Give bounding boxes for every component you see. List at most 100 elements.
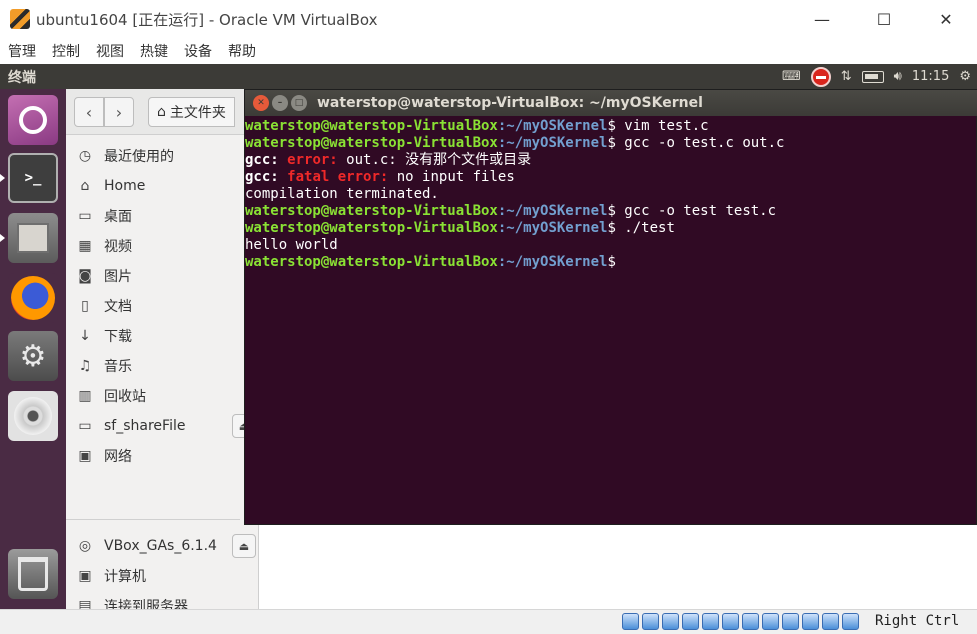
- running-indicator: [0, 174, 5, 182]
- download-icon: ↓: [79, 328, 91, 344]
- menu-manage[interactable]: 管理: [8, 41, 36, 61]
- menu-devices[interactable]: 设备: [184, 41, 212, 61]
- menu-hotkeys[interactable]: 热键: [140, 41, 168, 61]
- close-button[interactable]: ✕: [915, 0, 977, 38]
- panel-indicators: ⌨ ⇅ 🔊︎ 11:15 ⚙: [782, 64, 971, 89]
- sidebar-item-label: sf_shareFile: [104, 418, 186, 434]
- firefox-icon[interactable]: [8, 273, 58, 323]
- prompt-user-host: waterstop@waterstop-VirtualBox: [245, 220, 498, 236]
- terminal-minimize-button[interactable]: –: [272, 95, 288, 111]
- prompt-user-host: waterstop@waterstop-VirtualBox: [245, 118, 498, 134]
- volume-icon[interactable]: 🔊︎: [894, 69, 902, 84]
- sidebar-item-label: 文档: [104, 299, 132, 315]
- menu-view[interactable]: 视图: [96, 41, 124, 61]
- hard-disk-icon[interactable]: [622, 613, 639, 630]
- optical-drive-icon[interactable]: [642, 613, 659, 630]
- back-button[interactable]: ‹: [74, 97, 104, 127]
- network-icon: ▣: [78, 448, 92, 464]
- error-label: error:: [287, 152, 338, 168]
- error-prefix: gcc:: [245, 152, 279, 168]
- terminal-maximize-button[interactable]: □: [291, 95, 307, 111]
- sidebar-item[interactable]: ▣ 网络: [66, 441, 256, 471]
- command-text: $ gcc -o test.c out.c: [607, 135, 785, 151]
- sidebar-item[interactable]: ◙ 图片: [66, 261, 256, 291]
- shared-folder-icon[interactable]: [722, 613, 739, 630]
- maximize-button[interactable]: ☐: [853, 0, 915, 38]
- sidebar-item[interactable]: ↓ 下载: [66, 321, 256, 351]
- forward-button[interactable]: ›: [104, 97, 134, 127]
- record-icon[interactable]: [810, 66, 831, 87]
- eject-button[interactable]: ⏏: [232, 534, 256, 558]
- sidebar-item-label: 音乐: [104, 359, 132, 375]
- home-icon: ⌂: [80, 178, 90, 194]
- terminal-title: waterstop@waterstop-VirtualBox: ~/myOSKe…: [317, 95, 703, 111]
- ubuntu-top-panel: 终端 ⌨ ⇅ 🔊︎ 11:15 ⚙: [0, 64, 977, 89]
- computer-icon: ▣: [78, 568, 92, 584]
- gear-icon[interactable]: ⚙: [959, 69, 971, 84]
- output-text: hello world: [245, 237, 338, 253]
- video-icon: ▦: [78, 238, 92, 254]
- network-icon[interactable]: [682, 613, 699, 630]
- path-home-label: 主文件夹: [169, 105, 226, 121]
- disc-icon: ◎: [78, 538, 92, 554]
- files-icon[interactable]: [8, 213, 58, 263]
- sidebar-item[interactable]: ▦ 视频: [66, 231, 256, 261]
- ubuntu-dash-icon[interactable]: [8, 95, 58, 145]
- terminal-output[interactable]: waterstop@waterstop-VirtualBox:~/myOSKer…: [245, 118, 977, 526]
- cpu-icon[interactable]: [782, 613, 799, 630]
- keyboard-capture-icon[interactable]: [842, 613, 859, 630]
- terminal-icon[interactable]: >_: [8, 153, 58, 203]
- command-text: $ vim test.c: [607, 118, 709, 134]
- terminal-titlebar: ✕ – □ waterstop@waterstop-VirtualBox: ~/…: [245, 90, 977, 116]
- command-text: $: [607, 254, 616, 270]
- menu-control[interactable]: 控制: [52, 41, 80, 61]
- settings-icon[interactable]: ⚙: [8, 331, 58, 381]
- terminal-line: waterstop@waterstop-VirtualBox:~/myOSKer…: [245, 135, 977, 152]
- terminal-line: waterstop@waterstop-VirtualBox:~/myOSKer…: [245, 220, 977, 237]
- sidebar-item[interactable]: ◷ 最近使用的: [66, 141, 256, 171]
- terminal-close-button[interactable]: ✕: [253, 95, 269, 111]
- sidebar-item[interactable]: ⌂ Home: [66, 171, 256, 201]
- clock-time[interactable]: 11:15: [912, 69, 949, 84]
- usb-icon[interactable]: [702, 613, 719, 630]
- clock-icon: ◷: [78, 148, 92, 164]
- sidebar-item-label: Home: [104, 178, 146, 194]
- sidebar-item-label: VBox_GAs_6.1.4: [104, 538, 217, 554]
- sidebar-item[interactable]: ▭ 桌面: [66, 201, 256, 231]
- sidebar-item-label: 桌面: [104, 209, 132, 225]
- minimize-button[interactable]: —: [791, 0, 853, 38]
- sidebar-item[interactable]: ◎ VBox_GAs_6.1.4 ⏏: [66, 531, 256, 561]
- mouse-integration-icon[interactable]: [822, 613, 839, 630]
- terminal-line: hello world: [245, 237, 977, 254]
- prompt-user-host: waterstop@waterstop-VirtualBox: [245, 135, 498, 151]
- sidebar-item[interactable]: ▣ 计算机: [66, 561, 256, 591]
- recording-icon[interactable]: [762, 613, 779, 630]
- sidebar-item-label: 回收站: [104, 389, 146, 405]
- host-key-label: Right Ctrl: [875, 613, 960, 629]
- trash-icon[interactable]: [8, 549, 58, 599]
- active-app-title: 终端: [8, 69, 36, 86]
- sidebar-item-label: 最近使用的: [104, 149, 174, 165]
- error-label: fatal error:: [287, 169, 389, 185]
- terminal-window: ✕ – □ waterstop@waterstop-VirtualBox: ~/…: [244, 89, 977, 525]
- sidebar-item[interactable]: ▭sf_shareFile⏏: [66, 411, 256, 441]
- sidebar-item[interactable]: ▥ 回收站: [66, 381, 256, 411]
- audio-icon[interactable]: [662, 613, 679, 630]
- network-arrows-icon[interactable]: ⇅: [841, 69, 852, 84]
- display-icon[interactable]: [742, 613, 759, 630]
- music-icon: ♫: [78, 358, 92, 374]
- dvd-icon[interactable]: [8, 391, 58, 441]
- battery-icon[interactable]: [861, 70, 884, 83]
- sidebar-item-label: 下载: [104, 329, 132, 345]
- virtualization-icon[interactable]: [802, 613, 819, 630]
- folder-icon: ▭: [78, 208, 92, 224]
- home-icon: ⌂: [157, 104, 166, 120]
- menu-help[interactable]: 帮助: [228, 41, 256, 61]
- error-message: out.c: 没有那个文件或目录: [337, 152, 532, 168]
- files-sidebar: ◷ 最近使用的 ⌂ Home ▭ 桌面 ▦ 视频 ◙ 图片 ▯ 文档 ↓ 下载 ♫ 音乐 ▥ 回收站 ▭ sf_sha…: [66, 135, 256, 615]
- keyboard-icon[interactable]: ⌨: [782, 69, 801, 84]
- path-home-button[interactable]: ⌂ 主文件夹: [148, 97, 235, 127]
- sidebar-item-label: 图片: [104, 269, 132, 285]
- sidebar-item[interactable]: ♫ 音乐: [66, 351, 256, 381]
- sidebar-item[interactable]: ▯ 文档: [66, 291, 256, 321]
